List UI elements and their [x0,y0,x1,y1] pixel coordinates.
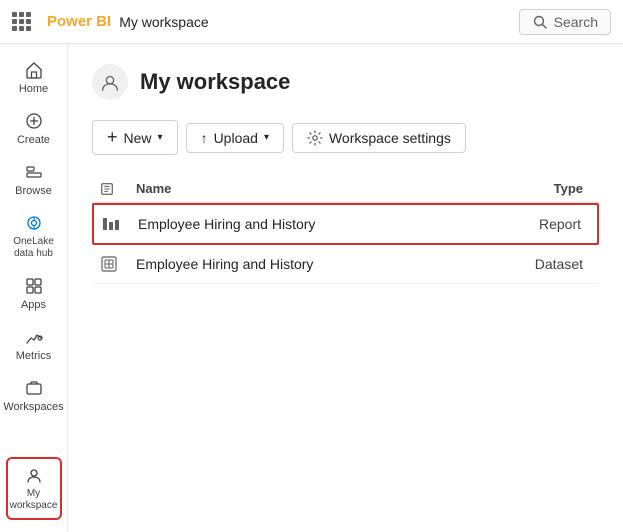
row-name-2: Employee Hiring and History [136,256,471,272]
sidebar-item-browse-label: Browse [15,185,52,197]
search-icon [532,14,548,30]
metrics-icon [24,327,44,347]
sidebar-item-workspaces-label: Workspaces [3,401,63,413]
new-button[interactable]: + New ▾ [92,120,178,155]
sidebar: Home Create Browse OneLake [0,44,68,532]
content-area: My workspace + New ▾ ↑ Upload ▾ Workspac… [68,44,623,532]
row-icon-2 [100,255,136,273]
row-name-1: Employee Hiring and History [138,216,469,232]
main-layout: Home Create Browse OneLake [0,44,623,532]
workspace-avatar [92,64,128,100]
data-table: Name Type Employee Hiring and History Re… [92,175,599,284]
sidebar-item-metrics-label: Metrics [16,350,51,362]
onelake-icon [24,213,44,233]
topbar-workspace-label: My workspace [119,14,208,30]
search-label: Search [554,14,598,30]
col-name-header: Name [136,181,471,196]
content-header: My workspace [92,64,599,100]
dataset-icon [100,255,118,273]
row-type-2: Dataset [471,256,591,272]
create-icon [24,111,44,131]
home-icon [24,60,44,80]
col-type-header: Type [471,181,591,196]
workspace-settings-label: Workspace settings [329,130,451,146]
new-chevron-icon: ▾ [158,132,163,143]
sidebar-item-workspaces[interactable]: Workspaces [0,370,67,421]
my-workspace-icon [24,465,44,485]
search-button[interactable]: Search [519,9,611,35]
workspace-settings-button[interactable]: Workspace settings [292,123,466,153]
sidebar-item-create-label: Create [17,134,50,146]
topbar: Power BI My workspace Search [0,0,623,44]
sidebar-item-metrics[interactable]: Metrics [0,319,67,370]
page-title: My workspace [140,69,290,95]
sidebar-item-create[interactable]: Create [0,103,67,154]
gear-icon [307,130,323,146]
sidebar-item-home[interactable]: Home [0,52,67,103]
col-icon [100,182,114,196]
workspaces-icon [24,378,44,398]
upload-chevron-icon: ▾ [264,132,269,143]
col-icon-header [100,181,136,196]
upload-button-label: Upload [214,130,258,146]
table-row[interactable]: Employee Hiring and History Dataset [92,245,599,284]
sidebar-item-apps-label: Apps [21,299,46,311]
browse-icon [24,162,44,182]
report-icon [102,215,120,233]
toolbar: + New ▾ ↑ Upload ▾ Workspace settings [92,120,599,155]
sidebar-item-my-workspace-label: My workspace [10,488,58,512]
app-launcher-icon[interactable] [12,12,31,31]
sidebar-item-home-label: Home [19,83,48,95]
upload-icon: ↑ [201,130,208,146]
workspace-avatar-icon [99,71,121,93]
sidebar-item-my-workspace[interactable]: My workspace [6,457,62,520]
upload-button[interactable]: ↑ Upload ▾ [186,123,284,153]
table-row[interactable]: Employee Hiring and History Report [92,203,599,245]
brand-logo: Power BI [47,13,111,30]
sidebar-item-browse[interactable]: Browse [0,154,67,205]
apps-icon [24,276,44,296]
plus-icon: + [107,127,118,148]
sidebar-item-apps[interactable]: Apps [0,268,67,319]
row-type-1: Report [469,216,589,232]
table-header: Name Type [92,175,599,203]
sidebar-item-onelake[interactable]: OneLake data hub [0,205,67,268]
new-button-label: New [124,130,152,146]
row-icon-1 [102,215,138,233]
sidebar-item-onelake-label: OneLake data hub [4,236,63,260]
